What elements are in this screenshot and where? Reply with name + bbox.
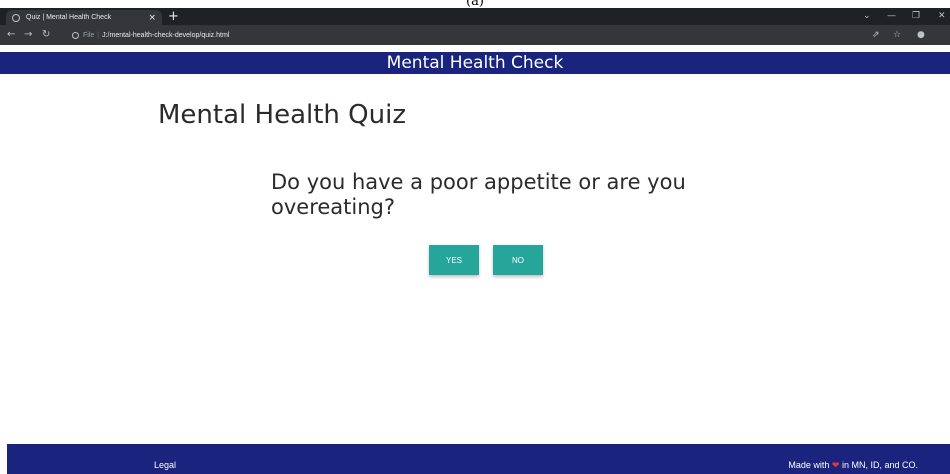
forward-icon[interactable]: → xyxy=(24,28,32,42)
back-icon[interactable]: ← xyxy=(7,28,15,42)
info-icon[interactable] xyxy=(72,31,79,39)
globe-icon xyxy=(12,13,20,22)
site-header: Mental Health Check xyxy=(0,52,950,74)
yes-button[interactable]: YES xyxy=(429,245,479,275)
address-scheme-label: File xyxy=(83,31,95,39)
site-title: Mental Health Check xyxy=(386,53,564,73)
no-button[interactable]: NO xyxy=(493,245,543,275)
legal-link[interactable]: Legal xyxy=(154,460,176,470)
tab-search-icon[interactable]: ⌄ xyxy=(863,9,871,23)
made-with-prefix: Made with xyxy=(788,460,830,470)
bookmark-star-icon[interactable]: ☆ xyxy=(893,28,901,42)
tab-close-icon[interactable]: × xyxy=(148,13,156,23)
made-with-suffix: in MN, ID, and CO. xyxy=(841,460,918,470)
minimize-icon[interactable]: — xyxy=(887,9,896,23)
made-with-text: Made with ❤ in MN, ID, and CO. xyxy=(788,460,918,471)
heart-icon: ❤ xyxy=(831,460,840,470)
browser-toolbar: ← → ↻ File | J:/mental-health-check-deve… xyxy=(0,25,950,45)
new-tab-button[interactable]: + xyxy=(168,9,179,24)
browser-tab[interactable]: Quiz | Mental Health Check × xyxy=(6,10,162,25)
page-title: Mental Health Quiz xyxy=(158,100,406,130)
address-bar[interactable]: File | J:/mental-health-check-develop/qu… xyxy=(72,28,862,42)
restore-icon[interactable]: ❐ xyxy=(912,9,920,23)
close-window-icon[interactable]: ✕ xyxy=(938,9,946,23)
tab-title: Quiz | Mental Health Check xyxy=(26,14,112,21)
quiz-question: Do you have a poor appetite or are you o… xyxy=(271,170,686,219)
reload-icon[interactable]: ↻ xyxy=(42,28,50,42)
site-footer: Legal Made with ❤ in MN, ID, and CO. xyxy=(7,444,950,474)
tab-bar: Quiz | Mental Health Check × + ⌄ — ❐ ✕ xyxy=(0,8,950,25)
address-separator: | xyxy=(97,31,100,39)
profile-icon[interactable]: ● xyxy=(917,28,925,42)
browser-chrome: Quiz | Mental Health Check × + ⌄ — ❐ ✕ ←… xyxy=(0,8,950,45)
share-icon[interactable]: ⇗ xyxy=(872,28,880,42)
figure-caption: (a) xyxy=(0,0,950,8)
address-url[interactable]: J:/mental-health-check-develop/quiz.html xyxy=(102,32,229,39)
